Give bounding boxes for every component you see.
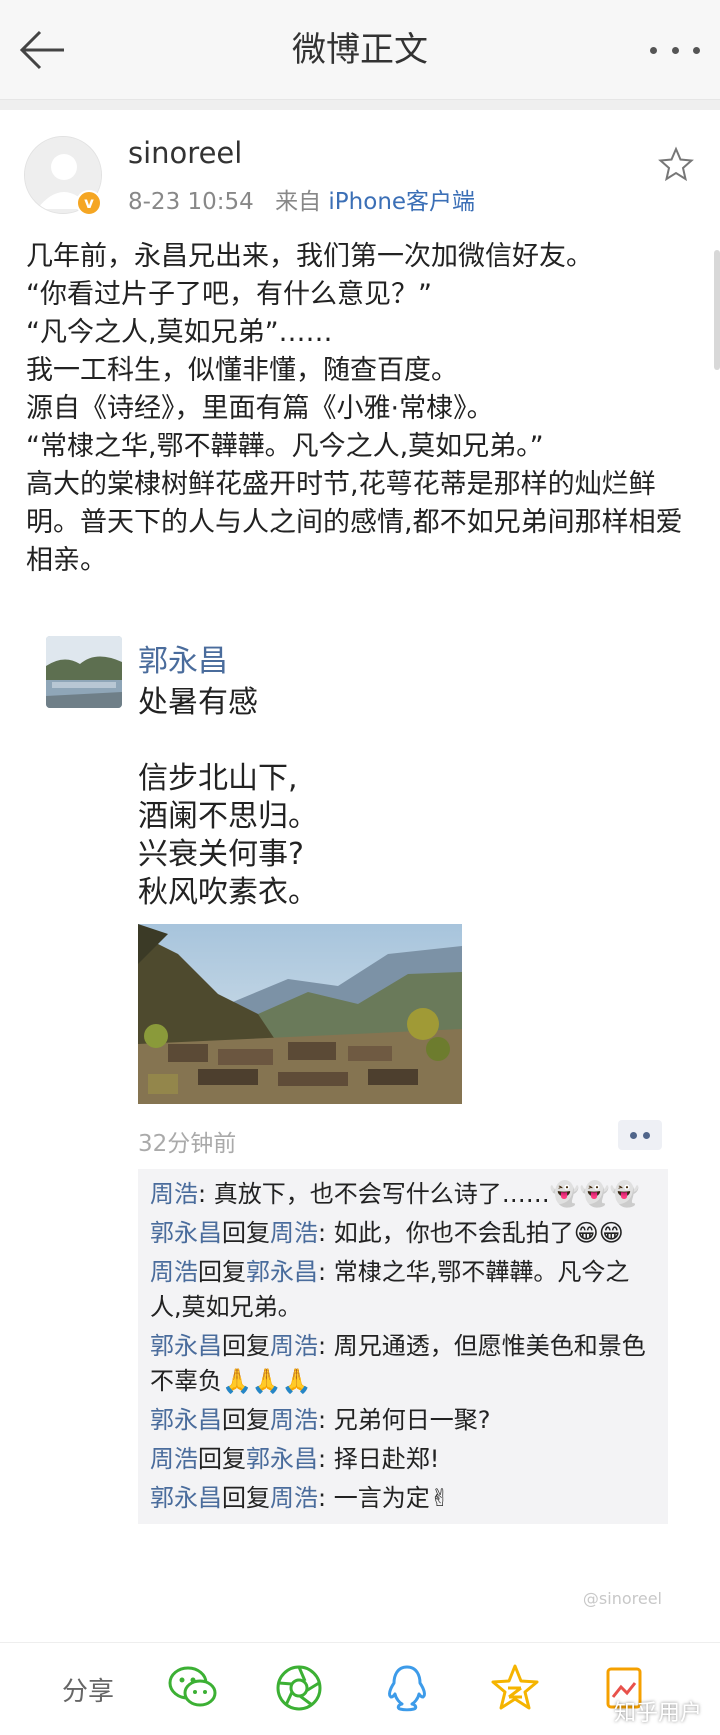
comment-text: : 兄弟何日一聚? <box>318 1406 491 1434</box>
weibo-watermark: @sinoreel <box>582 1589 662 1608</box>
post-line: 高大的棠棣树鲜花盛开时节,花萼花蒂是那样的灿烂鲜明。普天下的人与人之间的感情,都… <box>26 469 683 576</box>
comment-more-icon <box>618 1120 662 1150</box>
comment-row: 郭永昌回复周浩: 周兄通透，但愿惟美色和景色不辜负🙏🙏🙏 <box>150 1327 656 1401</box>
poem-text: 处暑有感 信步北山下, 酒阑不思归。 兴衰关何事? 秋风吹素衣。 <box>138 684 318 912</box>
post-meta: 8-23 10:54 来自 iPhone客户端 <box>128 182 475 216</box>
post-age: 32分钟前 <box>138 1131 237 1157</box>
reply-target: 郭永昌 <box>246 1258 318 1286</box>
post-time: 8-23 10:54 <box>128 189 254 215</box>
reply-label: 回复 <box>198 1445 246 1473</box>
qzone-icon[interactable] <box>488 1661 542 1715</box>
comment-text: : 真放下，也不会写什么诗了…… <box>198 1180 550 1208</box>
comment-author: 郭永昌 <box>150 1219 222 1247</box>
comment-row: 周浩回复郭永昌: 常棣之华,鄂不韡韡。凡今之人,莫如兄弟。 <box>150 1253 656 1327</box>
pray-emoji-icon: 🙏🙏🙏 <box>222 1367 312 1395</box>
victory-emoji-icon: ✌ <box>429 1484 450 1512</box>
reply-label: 回复 <box>222 1406 270 1434</box>
comment-text: : 如此，你也不会乱拍了 <box>318 1219 574 1247</box>
post-line: 源自《诗经》，里面有篇《小雅·常棣》。 <box>26 393 494 424</box>
comment-author: 周浩 <box>150 1258 198 1286</box>
source-prefix: 来自 <box>275 189 322 215</box>
reply-target: 郭永昌 <box>246 1445 318 1473</box>
comment-text: : 一言为定 <box>318 1484 430 1512</box>
comment-author: 郭永昌 <box>150 1484 222 1512</box>
friend-avatar <box>46 636 122 708</box>
comment-author: 周浩 <box>150 1180 198 1208</box>
reply-label: 回复 <box>198 1258 246 1286</box>
moments-icon[interactable] <box>272 1661 326 1715</box>
username[interactable]: sinoreel <box>128 136 242 170</box>
qq-icon[interactable] <box>380 1661 434 1715</box>
poem-line: 秋风吹素衣。 <box>138 875 318 910</box>
comment-author: 郭永昌 <box>150 1406 222 1434</box>
comment-row: 周浩回复郭永昌: 择日赴郑! <box>150 1440 656 1479</box>
grin-emoji-icon: 😁😁 <box>573 1219 624 1247</box>
poem-line: 酒阑不思归。 <box>138 799 318 834</box>
comment-row: 郭永昌回复周浩: 兄弟何日一聚? <box>150 1401 656 1440</box>
share-bar: 分享 知乎用户 <box>0 1642 720 1735</box>
post-line: 我一工科生，似懂非懂，随查百度。 <box>26 355 458 386</box>
zhihu-watermark: 知乎用户 <box>613 1701 702 1726</box>
reply-target: 周浩 <box>270 1484 318 1512</box>
reply-target: 周浩 <box>270 1332 318 1360</box>
share-label: 分享 <box>62 1677 115 1707</box>
verified-badge-icon: v <box>76 190 102 216</box>
favorite-star-icon[interactable] <box>658 146 694 182</box>
post-content: 几年前，永昌兄出来，我们第一次加微信好友。 “你看过片子了吧，有什么意见？” “… <box>26 238 706 580</box>
page-title: 微博正文 <box>292 30 428 70</box>
post-line: “常棣之华,鄂不韡韡。凡今之人,莫如兄弟。” <box>26 431 544 462</box>
top-nav-bar: 微博正文 <box>0 0 720 100</box>
post-line: “你看过片子了吧，有什么意见？” <box>26 279 432 310</box>
reply-label: 回复 <box>222 1219 270 1247</box>
poem-line: 信步北山下, <box>138 761 298 796</box>
comment-row: 郭永昌回复周浩: 一言为定✌ <box>150 1479 656 1518</box>
poem-line: 处暑有感 <box>138 685 258 720</box>
more-options-icon[interactable] <box>650 28 700 72</box>
poem-line <box>138 722 318 760</box>
post-line: 几年前，永昌兄出来，我们第一次加微信好友。 <box>26 241 593 272</box>
comment-row: 郭永昌回复周浩: 如此，你也不会乱拍了😁😁 <box>150 1214 656 1253</box>
comment-author: 周浩 <box>150 1445 198 1473</box>
comment-text: : 择日赴郑! <box>318 1445 440 1473</box>
embedded-screenshot[interactable]: 郭永昌 处暑有感 信步北山下, 酒阑不思归。 兴衰关何事? 秋风吹素衣。 32分… <box>40 624 680 1624</box>
comment-row: 周浩: 真放下，也不会写什么诗了……👻👻👻 <box>150 1175 656 1214</box>
ghost-emoji-icon: 👻👻👻 <box>549 1180 640 1208</box>
header-divider <box>0 100 720 110</box>
post-line: “凡今之人,莫如兄弟”…… <box>26 317 333 348</box>
reply-label: 回复 <box>222 1484 270 1512</box>
friend-name: 郭永昌 <box>138 644 228 679</box>
poem-line: 兴衰关何事? <box>138 837 304 872</box>
source-link[interactable]: iPhone客户端 <box>328 189 475 215</box>
comment-list: 周浩: 真放下，也不会写什么诗了……👻👻👻 郭永昌回复周浩: 如此，你也不会乱拍… <box>138 1169 668 1524</box>
reply-target: 周浩 <box>270 1406 318 1434</box>
landscape-photo <box>138 924 462 1104</box>
scroll-handle[interactable] <box>714 250 720 370</box>
reply-target: 周浩 <box>270 1219 318 1247</box>
wechat-icon[interactable] <box>166 1661 220 1715</box>
comment-author: 郭永昌 <box>150 1332 222 1360</box>
reply-label: 回复 <box>222 1332 270 1360</box>
